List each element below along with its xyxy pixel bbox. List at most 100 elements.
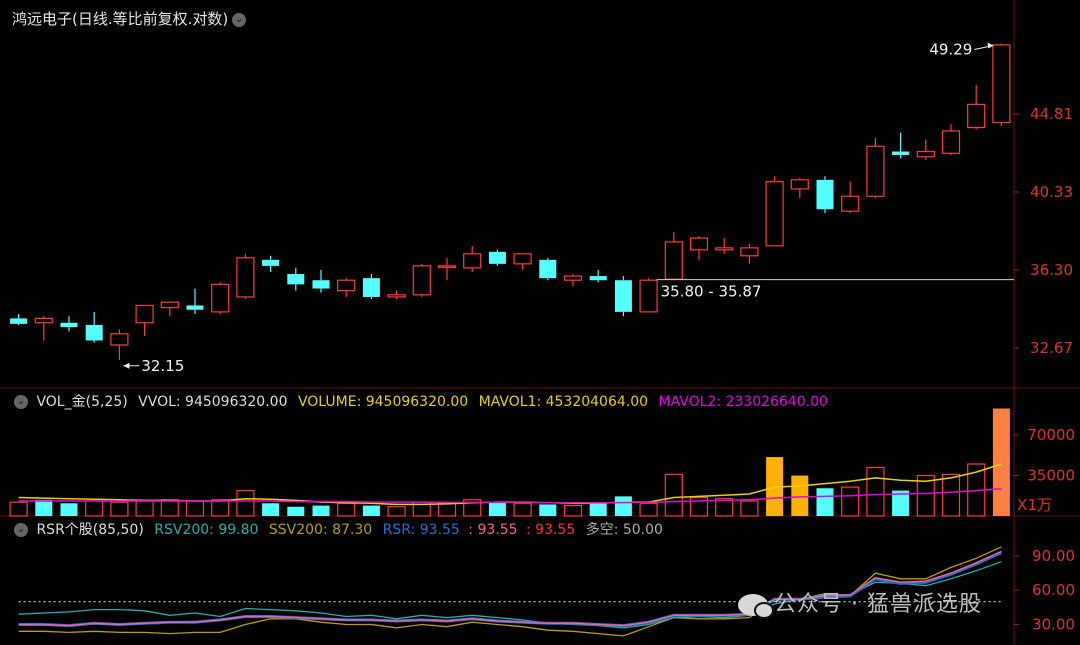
rsr-tick-label: 60.00 — [1032, 581, 1075, 599]
mavol1-value: MAVOL1: 453204064.00 — [478, 394, 649, 410]
candle-body — [765, 181, 784, 247]
chart-title-text: 鸿远电子(日线.等比前复权.对数) — [12, 10, 229, 28]
rsr-red-value: : 93.55 — [526, 522, 576, 538]
volume-bar — [639, 502, 658, 517]
volume-bar — [262, 503, 280, 516]
candle-body — [463, 253, 482, 269]
volume-bar — [791, 475, 809, 516]
settings-icon[interactable]: ⌄ — [232, 12, 247, 27]
rsv200-value: RSV200: 99.80 — [154, 522, 259, 538]
volume-bar — [387, 506, 406, 517]
volume-bar — [362, 505, 380, 516]
volume-tick-label: 35000 — [1027, 467, 1075, 485]
watermark: 公众号 · 猛兽派选股 — [738, 586, 982, 619]
candle-body — [362, 278, 380, 297]
candle-body — [110, 333, 129, 346]
range-label: 35.80 - 35.87 — [661, 283, 762, 301]
candle-body — [589, 276, 607, 281]
chart-frame — [0, 0, 1080, 645]
price-panel: 32.67 36.30 40.33 44.81 49.29 32.15 35.80 - 35… — [10, 41, 1073, 375]
candle-body — [639, 279, 658, 313]
candle-body — [689, 237, 709, 251]
volume-bar — [337, 502, 356, 517]
rsr-tick-label: 90.00 — [1032, 547, 1075, 565]
volume-bar — [740, 500, 759, 517]
volume-bar — [160, 499, 179, 517]
candle-body — [539, 259, 557, 279]
rsr-pink-value: : 93.55 — [468, 522, 518, 538]
price-tick-label: 44.81 — [1030, 105, 1073, 123]
volume-bar — [287, 506, 305, 516]
vvol-value: VVOL: 945096320.00 — [138, 394, 288, 410]
candle-body — [412, 265, 431, 296]
volume-bar — [60, 503, 78, 516]
candle-body — [34, 317, 53, 324]
candle-body — [387, 294, 406, 298]
price-tick-label: 36.30 — [1030, 261, 1073, 279]
high-price-label: 49.29 — [929, 41, 972, 59]
price-tick-label: 32.67 — [1030, 339, 1073, 357]
volume-indicator-name: VOL_金(5,25) — [36, 394, 128, 410]
low-arrow-head — [123, 362, 130, 369]
candle-body — [967, 103, 986, 129]
candle-body — [287, 274, 305, 285]
rsr-settings-icon[interactable]: ⌄ — [14, 523, 28, 537]
volume-bar — [841, 486, 860, 517]
low-price-label: 32.15 — [141, 357, 184, 375]
volume-settings-icon[interactable]: ⌄ — [14, 395, 28, 409]
price-tick-label: 40.33 — [1030, 183, 1073, 201]
volume-bar — [589, 503, 607, 516]
candle-body — [10, 318, 28, 324]
candle-body — [211, 283, 230, 313]
wechat-icon — [738, 594, 774, 619]
rsr-tick-label: 30.00 — [1032, 615, 1075, 633]
candle-body — [337, 279, 356, 292]
candle-body — [715, 247, 734, 251]
volume-bar — [236, 489, 255, 517]
candle-body — [740, 247, 759, 257]
candle-body — [916, 150, 935, 158]
volume-bar — [437, 502, 457, 517]
candle-body — [236, 257, 255, 298]
volume-bar — [664, 473, 683, 517]
candle-body — [186, 305, 204, 310]
candle-body — [513, 253, 532, 265]
mavol2-value: MAVOL2: 233026640.00 — [658, 394, 828, 410]
volume-bar — [488, 502, 506, 516]
volume-bar — [110, 501, 129, 517]
rsr-header: ⌄ RSR个股(85,50) RSV200: 99.80 SSV200: 87.… — [10, 519, 663, 539]
stock-chart: 32.67 36.30 40.33 44.81 49.29 32.15 35.80 - 35… — [0, 0, 1080, 645]
candle-body — [135, 304, 154, 324]
volume-bar — [35, 499, 53, 516]
volume-header: ⌄ VOL_金(5,25) VVOL: 945096320.00 VOLUME:… — [10, 391, 828, 411]
volume-bar — [614, 496, 632, 516]
volume-bar — [866, 466, 885, 517]
volume-bar — [816, 488, 834, 516]
volume-bar — [992, 408, 1010, 516]
candle-body — [892, 151, 910, 155]
candle-body — [563, 275, 583, 281]
candle-body — [992, 44, 1011, 124]
candle-body — [85, 324, 103, 341]
candle-body — [816, 179, 834, 210]
watermark-text: 公众号 · 猛兽派选股 — [774, 592, 982, 617]
volume-bar — [941, 473, 961, 517]
candle-body — [60, 322, 78, 328]
volume-value: VOLUME: 945096320.00 — [297, 394, 469, 410]
ssv200-value: SSV200: 87.30 — [268, 522, 373, 538]
candle-body — [262, 259, 280, 266]
volume-bar — [9, 501, 28, 517]
volume-bar — [135, 500, 154, 517]
candle-body — [488, 251, 506, 264]
volume-bar — [563, 505, 583, 517]
volume-panel: 35000 70000 X1万 — [9, 408, 1075, 517]
candle-body — [312, 280, 330, 289]
volume-bar — [85, 500, 104, 517]
volume-bar — [513, 502, 532, 517]
candle-body — [790, 179, 809, 190]
candle-body — [160, 301, 179, 309]
duokong-value: 多空: 50.00 — [585, 522, 663, 538]
candle-body — [437, 265, 457, 268]
candle-body — [841, 195, 860, 212]
volume-bar — [185, 500, 205, 517]
